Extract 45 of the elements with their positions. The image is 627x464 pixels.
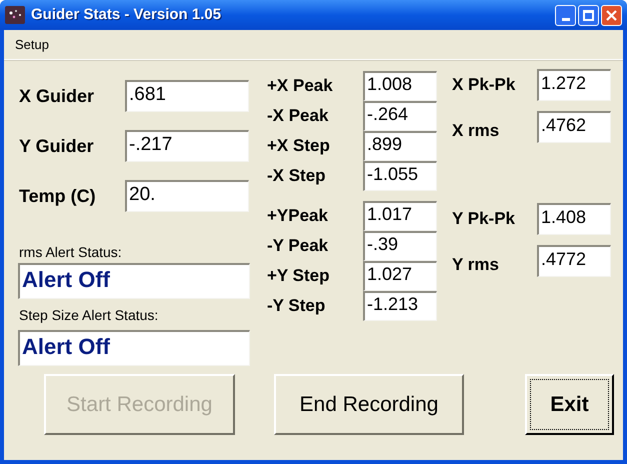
value-field: 1.008 xyxy=(363,71,437,101)
stat-label: +X Step xyxy=(267,135,331,158)
maximize-button[interactable] xyxy=(578,4,599,26)
status-field: Alert Off xyxy=(18,330,250,366)
menu-item[interactable]: Setup xyxy=(11,34,53,54)
field-label: Y Guider xyxy=(18,134,95,158)
minimize-button[interactable] xyxy=(555,4,576,26)
field-label: Temp (C) xyxy=(18,184,97,208)
stat-label: -Y Step xyxy=(267,295,326,318)
status-field: Alert Off xyxy=(18,263,250,299)
input-field[interactable]: .681 xyxy=(125,80,249,112)
stat-label: Y Pk-Pk xyxy=(452,208,516,230)
stat-label: Y rms xyxy=(452,254,500,276)
stat-label: +Y Step xyxy=(267,265,331,288)
stat-label: X rms xyxy=(452,120,500,142)
value-field: .4762 xyxy=(537,111,611,143)
value-field: 1.027 xyxy=(363,261,437,291)
value-field: -1.213 xyxy=(363,291,437,321)
maximize-icon xyxy=(583,10,594,20)
value-field: -1.055 xyxy=(363,161,437,191)
stat-label: -Y Peak xyxy=(267,235,330,258)
close-icon xyxy=(606,10,617,20)
value-field: -.39 xyxy=(363,231,437,261)
minimize-icon xyxy=(562,18,570,20)
value-field: 1.408 xyxy=(537,203,611,235)
stat-label: +X Peak xyxy=(267,75,334,98)
close-button[interactable] xyxy=(601,4,622,26)
status-label: rms Alert Status: xyxy=(18,243,123,262)
status-label: Step Size Alert Status: xyxy=(18,306,160,325)
value-field: .899 xyxy=(363,131,437,161)
dialog-button[interactable]: Exit xyxy=(525,374,614,435)
stat-label: X Pk-Pk xyxy=(452,74,516,96)
value-field: .4772 xyxy=(537,245,611,277)
field-label: X Guider xyxy=(18,84,96,108)
stat-label: -X Step xyxy=(267,165,327,188)
input-field[interactable]: 20. xyxy=(125,180,249,212)
value-field: -.264 xyxy=(363,101,437,131)
input-field[interactable]: -.217 xyxy=(125,130,249,162)
value-field: 1.017 xyxy=(363,201,437,231)
stat-label: +YPeak xyxy=(267,205,329,228)
value-field: 1.272 xyxy=(537,69,611,101)
stat-label: -X Peak xyxy=(267,105,330,128)
app-icon xyxy=(5,6,25,24)
window-title: Guider Stats - Version 1.05 xyxy=(31,4,222,25)
dialog-button[interactable]: End Recording xyxy=(274,374,464,435)
